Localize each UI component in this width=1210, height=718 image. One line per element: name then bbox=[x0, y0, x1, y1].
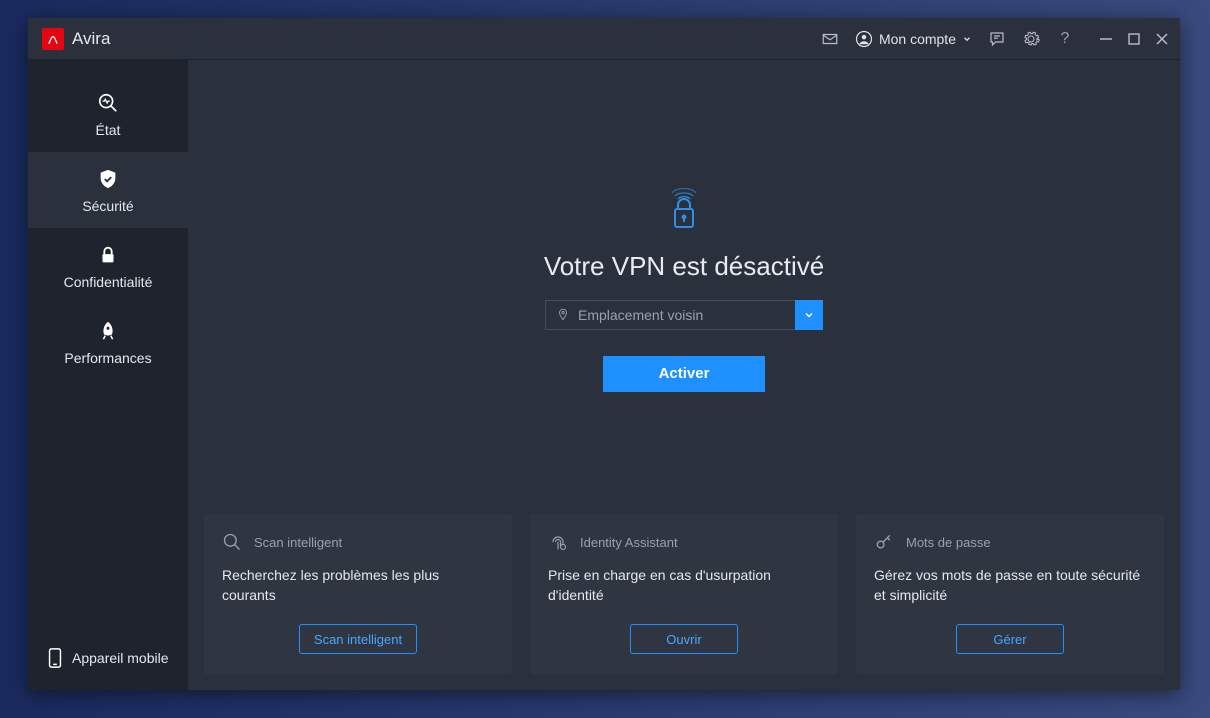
phone-icon bbox=[48, 648, 62, 668]
chevron-down-icon bbox=[803, 309, 815, 321]
rocket-icon bbox=[97, 320, 119, 342]
card-scan-button[interactable]: Scan intelligent bbox=[299, 624, 417, 654]
vpn-location-selector: Emplacement voisin bbox=[545, 300, 823, 330]
close-button[interactable] bbox=[1154, 31, 1170, 47]
vpn-lock-icon bbox=[664, 183, 704, 233]
vpn-panel: Votre VPN est désactivé Emplacement vois… bbox=[204, 60, 1164, 514]
minimize-button[interactable] bbox=[1098, 31, 1114, 47]
feedback-icon[interactable] bbox=[988, 30, 1006, 48]
mail-icon[interactable] bbox=[821, 30, 839, 48]
magnifier-pulse-icon bbox=[97, 92, 119, 114]
card-open-button[interactable]: Ouvrir bbox=[630, 624, 738, 654]
card-passwords: Mots de passe Gérez vos mots de passe en… bbox=[856, 514, 1164, 674]
account-label: Mon compte bbox=[879, 31, 956, 47]
card-description: Recherchez les problèmes les plus couran… bbox=[222, 566, 494, 610]
maximize-button[interactable] bbox=[1126, 31, 1142, 47]
app-logo: Avira bbox=[42, 28, 110, 50]
sidebar-item-status[interactable]: État bbox=[28, 76, 188, 152]
vpn-location-dropdown[interactable] bbox=[795, 300, 823, 330]
sidebar-item-privacy[interactable]: Confidentialité bbox=[28, 228, 188, 304]
titlebar-actions: Mon compte ? bbox=[821, 30, 1170, 48]
main-content: Votre VPN est désactivé Emplacement vois… bbox=[188, 60, 1180, 690]
sidebar-item-label: Performances bbox=[64, 350, 151, 366]
sidebar-item-label: Confidentialité bbox=[64, 274, 153, 290]
card-title: Scan intelligent bbox=[254, 535, 342, 550]
vpn-location-label: Emplacement voisin bbox=[578, 307, 703, 323]
sidebar: État Sécurité Confidentialité Performanc… bbox=[28, 60, 188, 690]
sidebar-item-label: État bbox=[96, 122, 121, 138]
card-title: Mots de passe bbox=[906, 535, 991, 550]
sidebar-item-performance[interactable]: Performances bbox=[28, 304, 188, 380]
titlebar: Avira Mon compte ? bbox=[28, 18, 1180, 60]
sidebar-mobile-label: Appareil mobile bbox=[72, 650, 169, 666]
card-description: Gérez vos mots de passe en toute sécurit… bbox=[874, 566, 1146, 610]
help-icon[interactable]: ? bbox=[1056, 30, 1074, 48]
card-smart-scan: Scan intelligent Recherchez les problème… bbox=[204, 514, 512, 674]
account-menu[interactable]: Mon compte bbox=[855, 30, 972, 48]
sidebar-item-label: Sécurité bbox=[82, 198, 133, 214]
app-window: Avira Mon compte ? bbox=[28, 18, 1180, 690]
vpn-status-title: Votre VPN est désactivé bbox=[544, 251, 824, 282]
pin-icon bbox=[556, 308, 570, 322]
key-icon bbox=[874, 532, 894, 552]
card-title: Identity Assistant bbox=[580, 535, 678, 550]
shield-check-icon bbox=[97, 168, 119, 190]
gear-icon[interactable] bbox=[1022, 30, 1040, 48]
sidebar-item-security[interactable]: Sécurité bbox=[28, 152, 188, 228]
app-name: Avira bbox=[72, 29, 110, 49]
card-description: Prise en charge en cas d'usurpation d'id… bbox=[548, 566, 820, 610]
vpn-location-field[interactable]: Emplacement voisin bbox=[545, 300, 795, 330]
sidebar-item-mobile[interactable]: Appareil mobile bbox=[28, 634, 188, 690]
vpn-activate-button[interactable]: Activer bbox=[603, 356, 765, 392]
feature-cards: Scan intelligent Recherchez les problème… bbox=[204, 514, 1164, 674]
magnifier-icon bbox=[222, 532, 242, 552]
fingerprint-icon bbox=[548, 532, 568, 552]
lock-icon bbox=[97, 244, 119, 266]
card-manage-button[interactable]: Gérer bbox=[956, 624, 1064, 654]
logo-icon bbox=[42, 28, 64, 50]
card-identity-assistant: Identity Assistant Prise en charge en ca… bbox=[530, 514, 838, 674]
